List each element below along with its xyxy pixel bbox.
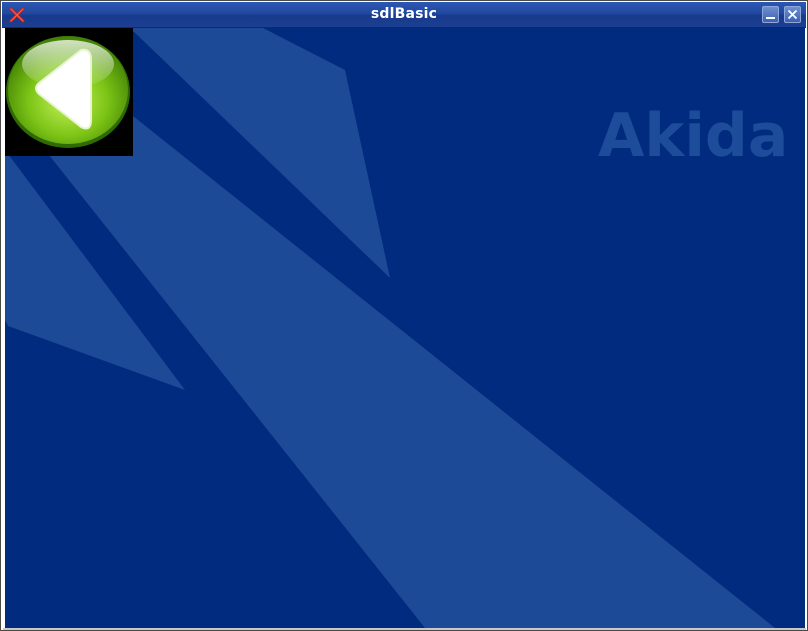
back-button[interactable] (5, 28, 133, 156)
close-icon (787, 9, 798, 20)
sdl-canvas[interactable]: Akida (5, 28, 805, 628)
title-bar[interactable]: sdlBasic (2, 2, 806, 28)
window-title: sdlBasic (370, 6, 438, 22)
app-window: sdlBasic Akida (0, 0, 808, 631)
window-bottom-border (3, 628, 806, 630)
watermark-text: Akida (598, 101, 788, 171)
minimize-icon (766, 17, 775, 19)
close-button[interactable] (784, 6, 801, 23)
minimize-button[interactable] (762, 6, 779, 23)
back-arrow-icon (6, 36, 130, 148)
